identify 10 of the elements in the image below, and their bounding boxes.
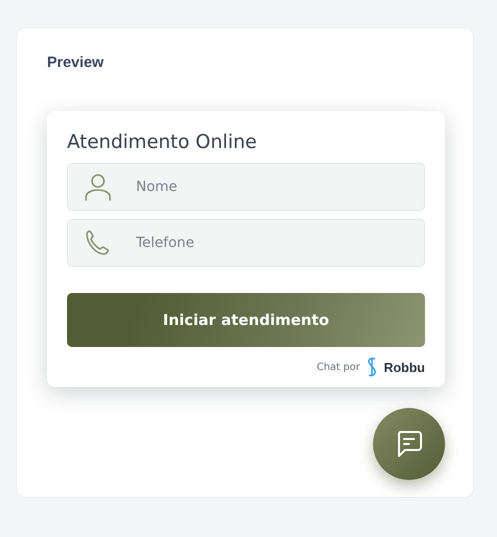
- start-button[interactable]: Iniciar atendimento: [67, 293, 425, 347]
- widget-title: Atendimento Online: [67, 131, 257, 153]
- brand-name: Robbu: [384, 360, 425, 374]
- chat-button[interactable]: [373, 408, 445, 480]
- phone-icon: [84, 229, 112, 257]
- input-field[interactable]: Telefone: [67, 219, 425, 267]
- panel-title: Preview: [47, 54, 104, 71]
- footer-label: Chat por: [316, 362, 360, 372]
- input-field[interactable]: Nome: [67, 163, 425, 211]
- person-icon: [83, 172, 113, 202]
